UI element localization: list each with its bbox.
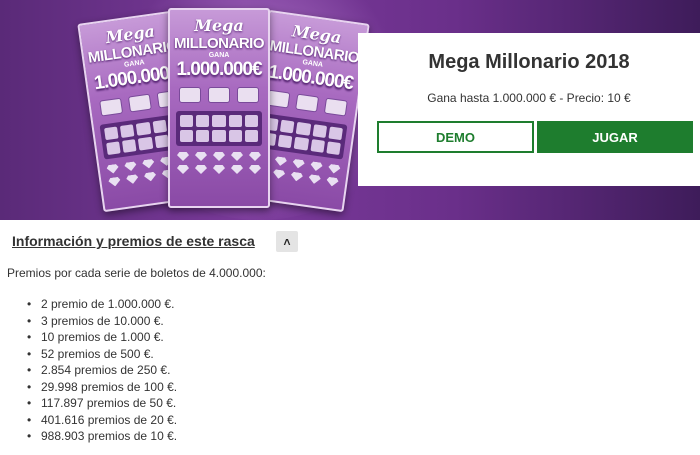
list-item: 401.616 premios de 20 €. <box>27 412 177 429</box>
chevron-up-icon: ˄ <box>283 234 291 249</box>
ticket-gana: GANA <box>208 52 230 59</box>
collapse-toggle-button[interactable]: ˄ <box>276 231 298 252</box>
info-section-heading[interactable]: Información y premios de este rasca <box>12 233 255 249</box>
game-subtitle: Gana hasta 1.000.000 € - Precio: 10 € <box>427 91 631 105</box>
ticket-image-center: Mega MILLONARIO GANA 1.000.000€ <box>168 8 270 208</box>
prizes-intro-text: Premios por cada serie de boletos de 4.0… <box>7 266 266 280</box>
list-item: 3 premios de 10.000 €. <box>27 313 177 330</box>
ticket-name: MILLONARIO <box>174 35 265 52</box>
play-button[interactable]: JUGAR <box>537 121 693 153</box>
ticket-number-grid <box>257 112 348 160</box>
list-item: 2.854 premios de 250 €. <box>27 362 177 379</box>
demo-button[interactable]: DEMO <box>377 121 534 153</box>
prize-list: 2 premio de 1.000.000 €. 3 premios de 10… <box>27 296 177 445</box>
game-title: Mega Millonario 2018 <box>428 51 630 73</box>
list-item: 52 premios de 500 €. <box>27 346 177 363</box>
list-item: 117.897 premios de 50 €. <box>27 395 177 412</box>
list-item: 10 premios de 1.000 €. <box>27 329 177 346</box>
list-item: 29.998 premios de 100 €. <box>27 379 177 396</box>
list-item: 988.903 premios de 10 €. <box>27 428 177 445</box>
game-panel: Mega Millonario 2018 Gana hasta 1.000.00… <box>358 33 700 186</box>
list-item: 2 premio de 1.000.000 €. <box>27 296 177 313</box>
ticket-diamond-icons <box>176 152 262 174</box>
ticket-bonus-row <box>176 87 262 103</box>
ticket-brand: Mega <box>194 16 244 35</box>
ticket-amount: 1.000.000€ <box>176 59 262 80</box>
ticket-number-grid <box>176 111 262 146</box>
